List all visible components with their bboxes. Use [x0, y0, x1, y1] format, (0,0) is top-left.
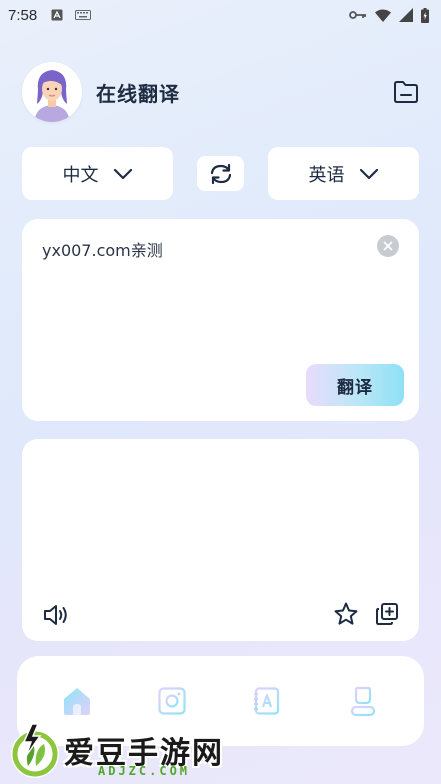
avatar[interactable]	[22, 62, 82, 122]
target-language-dropdown[interactable]: 英语	[268, 147, 419, 200]
status-system-icons	[349, 7, 429, 23]
copy-button[interactable]	[374, 601, 400, 627]
speak-button[interactable]	[42, 601, 70, 629]
speaker-icon	[44, 605, 67, 625]
watermark: 爱豆手游网 ADJZC.COM	[0, 718, 441, 784]
nav-dictionary[interactable]	[250, 684, 284, 718]
watermark-logo-icon	[11, 723, 59, 778]
dictionary-icon	[254, 687, 280, 715]
user-avatar-icon	[22, 62, 82, 122]
favorite-button[interactable]	[333, 601, 359, 627]
status-time: 7:58	[8, 6, 38, 24]
chevron-down-icon	[359, 168, 378, 179]
source-language-dropdown[interactable]: 中文	[22, 147, 173, 200]
status-notification-icons	[51, 9, 92, 21]
camera-icon	[158, 687, 186, 715]
vpn-key-icon	[349, 11, 366, 19]
target-language-label: 英语	[308, 164, 345, 186]
source-text-input[interactable]: yx007.com亲测	[42, 237, 163, 261]
language-selector: 中文 英语	[22, 147, 420, 200]
source-language-label: 中文	[62, 164, 99, 186]
nav-profile[interactable]	[346, 684, 380, 718]
close-icon	[383, 241, 393, 251]
swap-languages-button[interactable]	[197, 156, 244, 191]
page-title: 在线翻译	[96, 81, 180, 106]
chevron-down-icon	[113, 168, 132, 179]
history-folder-button[interactable]	[392, 78, 420, 106]
home-icon	[64, 688, 90, 715]
keyboard-icon	[75, 10, 92, 20]
output-card	[22, 439, 419, 641]
profile-icon	[350, 686, 376, 717]
clear-input-button[interactable]	[377, 235, 399, 257]
input-card: yx007.com亲测 翻译	[22, 219, 419, 421]
star-icon	[334, 602, 358, 625]
battery-icon	[421, 7, 429, 23]
header: 在线翻译	[22, 62, 420, 122]
watermark-subtitle: ADJZC.COM	[98, 764, 191, 778]
nav-camera[interactable]	[155, 684, 189, 718]
signal-icon	[399, 8, 413, 22]
copy-icon	[376, 603, 398, 625]
translate-button[interactable]: 翻译	[306, 364, 404, 406]
folder-icon	[394, 81, 418, 103]
android-notification-icon	[51, 9, 63, 21]
status-bar: 7:58	[0, 0, 441, 30]
wifi-icon	[375, 9, 391, 22]
swap-icon	[210, 163, 231, 184]
nav-home[interactable]	[60, 684, 94, 718]
